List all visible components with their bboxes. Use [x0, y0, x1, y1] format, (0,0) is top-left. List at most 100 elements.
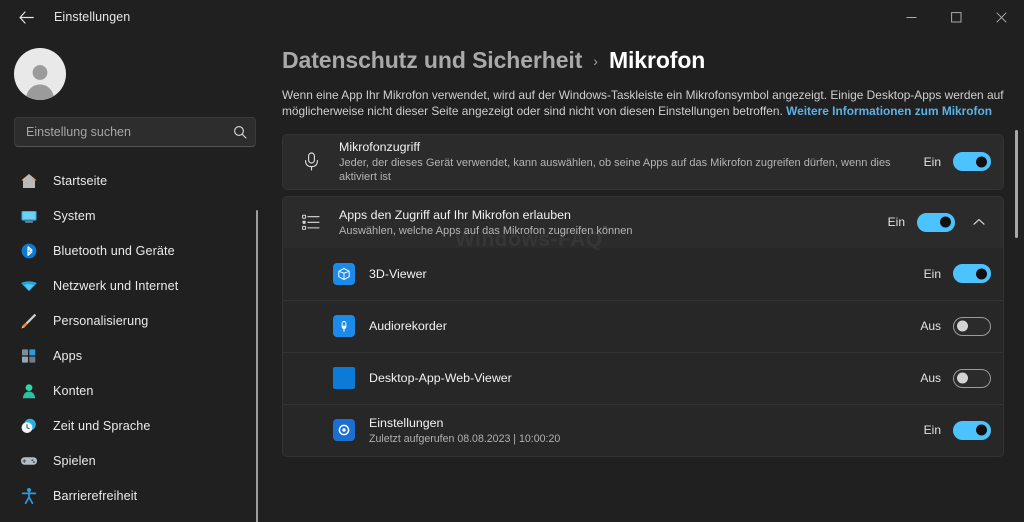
sidebar-item-label: System: [53, 208, 96, 223]
sidebar-item-label: Barrierefreiheit: [53, 488, 138, 503]
monitor-icon: [18, 205, 40, 227]
app-text: Audiorekorder: [369, 318, 920, 334]
more-info-link[interactable]: Weitere Informationen zum Mikrofon: [786, 104, 992, 118]
sidebar-item-personalisierung[interactable]: Personalisierung: [8, 303, 242, 338]
card-subtitle: Auswählen, welche Apps auf das Mikrofon …: [339, 224, 633, 237]
card-title: Apps den Zugriff auf Ihr Mikrofon erlaub…: [339, 207, 571, 222]
sidebar-item-startseite[interactable]: Startseite: [8, 163, 242, 198]
page-description: Wenn eine App Ihr Mikrofon verwendet, wi…: [282, 87, 1012, 120]
sidebar-item-label: Netzwerk und Internet: [53, 278, 179, 293]
toggle-state-label: Ein: [923, 423, 941, 438]
sidebar-item-konten[interactable]: Konten: [8, 373, 242, 408]
toggle-state-label: Aus: [920, 371, 941, 386]
search-box[interactable]: [14, 117, 256, 147]
search-icon: [233, 125, 247, 139]
clock-icon: [18, 415, 40, 437]
chevron-up-icon: [973, 213, 985, 231]
search-input[interactable]: [26, 125, 233, 139]
app-name: Audiorekorder: [369, 319, 447, 334]
toggle-knob: [940, 216, 951, 228]
sidebar-item-apps[interactable]: Apps: [8, 338, 242, 373]
close-button[interactable]: [979, 0, 1024, 34]
app-toggle[interactable]: [953, 316, 991, 336]
maximize-button[interactable]: [934, 0, 979, 34]
app-controls: Ein: [923, 420, 991, 440]
app-list-icon: [297, 214, 325, 231]
breadcrumb-separator-icon: ›: [593, 53, 598, 69]
content-scrollbar[interactable]: [1015, 130, 1018, 238]
app-row: Audiorekorder Aus: [283, 299, 1003, 352]
microphone-icon: [297, 152, 325, 171]
app-controls: Ein: [923, 264, 991, 284]
toggle-knob: [976, 156, 987, 168]
sidebar-item-label: Konten: [53, 383, 94, 398]
app-name: Einstellungen: [369, 415, 444, 430]
app-row: 3D-Viewer Ein: [283, 248, 1003, 300]
blank-square-icon: [333, 367, 355, 390]
sidebar-item-system[interactable]: System: [8, 198, 242, 233]
sidebar-item-label: Startseite: [53, 173, 108, 188]
apps-access-card[interactable]: Apps den Zugriff auf Ihr Mikrofon erlaub…: [282, 195, 1004, 248]
microphone-access-card: Mikrofonzugriff Jeder, der dieses Gerät …: [282, 133, 1004, 190]
back-button[interactable]: [6, 1, 46, 33]
cube-3d-icon: [333, 262, 355, 285]
sidebar-item-barrierefreiheit[interactable]: Barrierefreiheit: [8, 478, 242, 513]
app-text: Desktop-App-Web-Viewer: [369, 370, 920, 386]
sidebar: Startseite System: [0, 34, 270, 522]
app-toggle[interactable]: [953, 264, 991, 284]
toggle-knob: [976, 268, 987, 280]
expand-collapse-button[interactable]: [967, 210, 991, 234]
paintbrush-icon: [18, 310, 40, 332]
sidebar-item-spielen[interactable]: Spielen: [8, 443, 242, 478]
settings-cards: Mikrofonzugriff Jeder, der dieses Gerät …: [270, 133, 1024, 457]
apps-access-toggle[interactable]: [917, 212, 955, 232]
account-person-icon: [18, 380, 40, 402]
avatar[interactable]: [14, 48, 66, 100]
toggle-state-label: Ein: [923, 154, 941, 169]
bluetooth-icon: [18, 240, 40, 262]
app-subtitle: Zuletzt aufgerufen 08.08.2023 | 10:00:20: [369, 432, 561, 445]
sidebar-nav: Startseite System Bluetooth und Geräte N…: [0, 163, 270, 513]
sidebar-item-label: Personalisierung: [53, 313, 149, 328]
avatar-container: [0, 34, 270, 100]
app-permission-list: 3D-Viewer Ein Audiorekorder Aus Desktop-…: [282, 247, 1004, 457]
sidebar-item-zeit-sprache[interactable]: Zeit und Sprache: [8, 408, 242, 443]
app-row: Desktop-App-Web-Viewer Aus: [283, 351, 1003, 404]
page-title: Mikrofon: [608, 47, 706, 73]
back-arrow-icon: [18, 10, 34, 24]
accessibility-person-icon: [18, 485, 40, 507]
window-title: Einstellungen: [54, 10, 131, 24]
sidebar-item-label: Spielen: [53, 453, 96, 468]
sidebar-item-netzwerk[interactable]: Netzwerk und Internet: [8, 268, 242, 303]
breadcrumb-parent-link[interactable]: Datenschutz und Sicherheit: [282, 47, 582, 74]
user-avatar-icon: [25, 65, 55, 100]
toggle-knob: [957, 372, 968, 384]
apps-access-text: Apps den Zugriff auf Ihr Mikrofon erlaub…: [339, 207, 888, 239]
app-toggle[interactable]: [953, 420, 991, 440]
microphone-access-toggle[interactable]: [953, 152, 991, 172]
audio-recorder-icon: [333, 315, 355, 338]
toggle-knob: [976, 424, 987, 436]
settings-gear-icon: [333, 419, 355, 442]
apps-grid-icon: [18, 345, 40, 367]
sidebar-item-label: Bluetooth und Geräte: [53, 243, 175, 258]
sidebar-scrollbar[interactable]: [256, 210, 258, 522]
sidebar-item-label: Apps: [53, 348, 83, 363]
title-bar: Einstellungen: [0, 0, 1024, 34]
sidebar-item-bluetooth[interactable]: Bluetooth und Geräte: [8, 233, 242, 268]
minimize-button[interactable]: [889, 0, 934, 34]
app-toggle[interactable]: [953, 368, 991, 388]
app-text: Einstellungen Zuletzt aufgerufen 08.08.2…: [369, 415, 924, 446]
toggle-knob: [957, 320, 968, 332]
content-area: Datenschutz und Sicherheit › Mikrofon We…: [270, 34, 1024, 522]
app-controls: Aus: [920, 316, 991, 336]
settings-window: Einstellungen Einstellung suchen Startse…: [0, 0, 1024, 522]
toggle-state-label: Ein: [887, 215, 905, 230]
toggle-state-label: Ein: [923, 266, 941, 281]
microphone-access-text: Mikrofonzugriff Jeder, der dieses Gerät …: [339, 139, 924, 185]
home-icon: [18, 170, 40, 192]
wifi-icon: [18, 275, 40, 297]
breadcrumb: Datenschutz und Sicherheit › Mikrofon: [270, 34, 1024, 74]
apps-access-controls: Ein: [888, 210, 991, 234]
toggle-state-label: Aus: [920, 319, 941, 334]
